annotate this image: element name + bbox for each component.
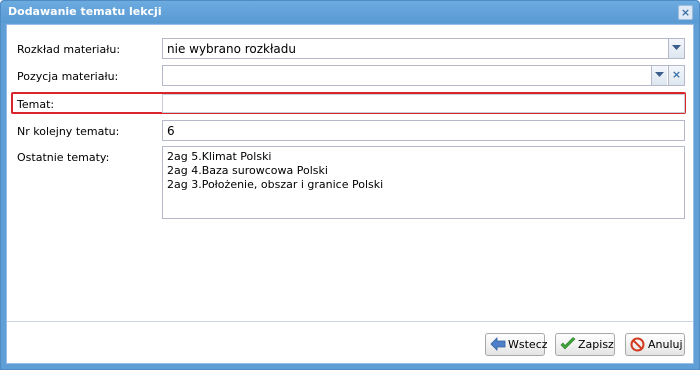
recent-topics-list[interactable]: 2ag 5.Klimat Polski 2ag 4.Baza surowcowa… [162, 146, 685, 219]
dialog-title: Dodawanie tematu lekcji [8, 5, 162, 18]
checkmark-icon [560, 337, 576, 358]
ostatnie-label: Ostatnie tematy: [17, 151, 110, 164]
nr-input[interactable]: 6 [162, 120, 685, 141]
back-label: Wstecz [508, 338, 548, 351]
rozklad-value: nie wybrano rozkładu [167, 42, 296, 56]
dialog-titlebar[interactable]: Dodawanie tematu lekcji × [1, 1, 699, 23]
pozycja-combo[interactable]: × [162, 65, 685, 86]
close-icon[interactable]: × [678, 5, 693, 20]
pozycja-label: Pozycja materiału: [17, 70, 119, 83]
clear-icon[interactable]: × [668, 66, 684, 85]
cancel-button[interactable]: Anuluj [625, 333, 685, 356]
save-button[interactable]: Zapisz [555, 333, 615, 356]
dialog-body: Rozkład materiału: nie wybrano rozkładu … [6, 24, 694, 364]
temat-input[interactable] [162, 94, 685, 113]
footer-divider [7, 321, 693, 322]
list-item: 2ag 4.Baza surowcowa Polski [167, 164, 328, 177]
cancel-icon [630, 337, 645, 359]
cancel-label: Anuluj [648, 338, 683, 351]
list-item: 2ag 5.Klimat Polski [167, 150, 272, 163]
nr-label: Nr kolejny tematu: [17, 125, 120, 138]
temat-label: Temat: [17, 98, 55, 111]
rozklad-label: Rozkład materiału: [17, 43, 121, 56]
save-label: Zapisz [578, 338, 614, 351]
dialog-window: Dodawanie tematu lekcji × Rozkład materi… [0, 0, 700, 370]
chevron-down-icon[interactable] [651, 66, 667, 85]
rozklad-combo[interactable]: nie wybrano rozkładu [162, 38, 685, 59]
chevron-down-icon[interactable] [668, 39, 684, 58]
list-item: 2ag 3.Położenie, obszar i granice Polski [167, 178, 384, 191]
nr-value: 6 [167, 124, 175, 138]
back-button[interactable]: Wstecz [485, 333, 548, 358]
arrow-left-icon [490, 337, 506, 358]
